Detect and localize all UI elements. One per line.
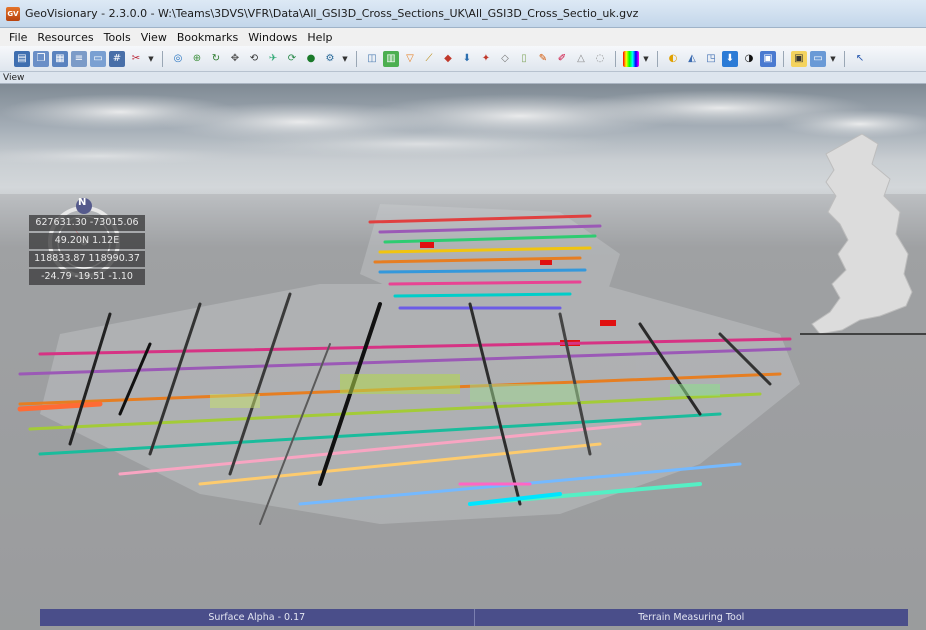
main-toolbar: ▤ ❐ ▦ ≡ ▭ # ✂ ▼ ◎ ⊕ ↻ ✥ ⟲ ✈ ⟳ ● ⚙ ▼ ◫ ▥ … [0,46,926,72]
coord-grid: 118833.87 118990.37 [29,251,145,267]
ruler-icon[interactable]: ⟋ [421,51,437,67]
toolbar-separator [615,50,616,67]
color-bar-icon[interactable] [623,50,639,67]
dropdown-arrow-icon[interactable]: ▼ [642,55,650,63]
app-logo-icon: GV [6,6,20,21]
zoom-icon[interactable]: ⊕ [189,51,205,67]
car-icon[interactable]: ◭ [684,51,700,67]
dropdown-arrow-icon[interactable]: ▼ [829,55,837,63]
cone-icon[interactable]: ▽ [402,51,418,67]
network-icon[interactable]: ⚙ [322,51,338,67]
3d-viewport[interactable]: N 627631.30 -73015.06 49.20N 1.12E 11883… [0,84,926,630]
tools-icon[interactable]: ✂ [128,51,144,67]
pan-icon[interactable]: ✥ [227,51,243,67]
rotate-icon[interactable]: ↻ [208,51,224,67]
camera-icon[interactable]: ◐ [665,51,681,67]
dropdown-arrow-icon[interactable]: ▼ [147,55,155,63]
coordinate-readout: 627631.30 -73015.06 49.20N 1.12E 118833.… [29,215,145,287]
surface-alpha-status: Surface Alpha - 0.17 [40,609,475,626]
refresh-icon[interactable]: ⟳ [284,51,300,67]
menu-bookmarks[interactable]: Bookmarks [172,31,243,44]
fly-icon[interactable]: ✈ [265,51,281,67]
scene-canvas [0,90,926,630]
screen-icon[interactable]: ▣ [791,50,807,67]
menu-bar: File Resources Tools View Bookmarks Wind… [0,28,926,46]
save-icon[interactable]: ▤ [14,50,30,67]
copy-icon[interactable]: ❐ [33,50,49,67]
export-icon[interactable]: ◳ [703,51,719,67]
palette-icon[interactable]: ◆ [440,51,456,67]
coord-orientation: -24.79 -19.51 -1.10 [29,269,145,285]
window-title: GeoVisionary - 2.3.0.0 - W:\Teams\3DVS\V… [25,7,639,20]
eraser-icon[interactable]: ▯ [516,51,532,67]
image-icon[interactable]: ▭ [90,50,106,67]
layers-icon[interactable]: ≡ [71,50,87,67]
toolbar-separator [783,50,784,67]
cursor-icon[interactable]: ↖ [852,51,868,67]
drill-icon[interactable]: ⬇ [459,51,475,67]
view-panel-label: View [0,72,926,84]
pen-icon[interactable]: ✎ [535,51,551,67]
dropdown-arrow-icon[interactable]: ▼ [341,55,349,63]
marker-icon[interactable]: ● [303,51,319,67]
toolbar-separator [356,50,357,67]
toolbar-separator [162,50,163,67]
shape-icon[interactable]: △ [573,51,589,67]
stack-icon[interactable]: ◇ [497,51,513,67]
globe-search-icon[interactable]: ◎ [170,51,186,67]
monitor-icon[interactable]: ▭ [810,50,826,67]
download-icon[interactable]: ⬇ [722,50,738,67]
status-bar: Surface Alpha - 0.17 Terrain Measuring T… [40,609,908,626]
menu-help[interactable]: Help [302,31,337,44]
shape-icon[interactable]: ◌ [592,51,608,67]
menu-tools[interactable]: Tools [99,31,136,44]
contrast-icon[interactable]: ◑ [741,51,757,67]
compass-north-label: N [78,197,87,208]
cloud-layer [0,90,926,166]
title-bar: GV GeoVisionary - 2.3.0.0 - W:\Teams\3DV… [0,0,926,28]
menu-windows[interactable]: Windows [243,31,302,44]
orbit-icon[interactable]: ⟲ [246,51,262,67]
chart-icon[interactable]: ▥ [383,50,399,67]
coord-latlon: 49.20N 1.12E [29,233,145,249]
toolbar-separator [844,50,845,67]
pin-icon[interactable]: ✦ [478,51,494,67]
print-icon[interactable]: ▦ [52,50,68,67]
coord-projected: 627631.30 -73015.06 [29,215,145,231]
menu-view[interactable]: View [136,31,172,44]
grid-icon[interactable]: # [109,50,125,67]
brush-icon[interactable]: ✐ [554,51,570,67]
menu-file[interactable]: File [4,31,32,44]
settings-icon[interactable]: ▣ [760,50,776,67]
menu-resources[interactable]: Resources [32,31,98,44]
section-icon[interactable]: ◫ [364,51,380,67]
toolbar-separator [657,50,658,67]
active-tool-status: Terrain Measuring Tool [638,612,745,623]
